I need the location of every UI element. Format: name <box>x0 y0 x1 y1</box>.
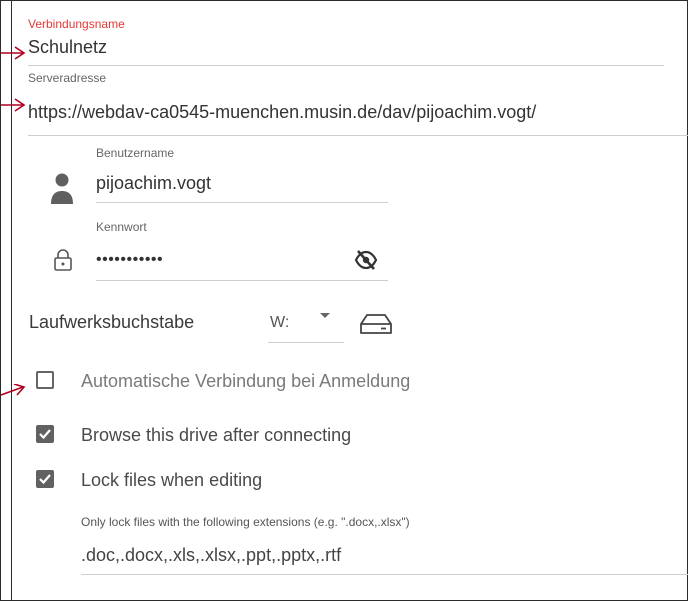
user-icon <box>48 169 76 207</box>
username-underline <box>96 202 388 203</box>
connection-name-underline <box>28 65 664 66</box>
password-input[interactable]: ••••••••••• <box>96 251 163 269</box>
server-address-label: Serveradresse <box>28 71 107 85</box>
lock-icon <box>52 247 74 273</box>
annotation-arrow-icon <box>1 46 29 60</box>
lock-extensions-input[interactable]: .doc,.docx,.xls,.xlsx,.ppt,.pptx,.rtf <box>81 545 341 566</box>
drive-letter-select[interactable]: W: <box>270 314 289 332</box>
panel-divider <box>11 1 12 600</box>
connection-name-input[interactable]: Schulnetz <box>28 37 107 58</box>
auto-connect-checkbox[interactable] <box>36 371 54 389</box>
chevron-down-icon[interactable] <box>317 310 333 320</box>
password-label: Kennwort <box>96 220 147 234</box>
auto-connect-label: Automatische Verbindung bei Anmeldung <box>81 371 411 391</box>
lock-extensions-underline <box>81 574 688 575</box>
password-underline <box>96 280 388 281</box>
settings-panel: Verbindungsname Schulnetz Serveradresse … <box>0 0 688 601</box>
server-address-underline <box>28 135 688 136</box>
lock-extensions-label: Only lock files with the following exten… <box>81 515 410 529</box>
eye-off-icon[interactable] <box>353 248 379 272</box>
lock-files-label: Lock files when editing <box>81 470 263 490</box>
drive-letter-label: Laufwerksbuchstabe <box>29 312 195 332</box>
server-address-input[interactable]: https://webdav-ca0545-muenchen.musin.de/… <box>28 102 536 123</box>
connection-name-label: Verbindungsname <box>28 17 125 31</box>
annotation-arrow-icon <box>1 384 29 398</box>
hard-drive-icon <box>358 311 394 337</box>
browse-drive-checkbox[interactable] <box>36 425 54 443</box>
username-input[interactable]: pijoachim.vogt <box>96 173 211 194</box>
browse-drive-label: Browse this drive after connecting <box>81 425 352 445</box>
annotation-arrow-icon <box>1 98 29 112</box>
lock-files-checkbox[interactable] <box>36 470 54 488</box>
drive-letter-underline <box>268 342 344 343</box>
username-label: Benutzername <box>96 146 175 160</box>
